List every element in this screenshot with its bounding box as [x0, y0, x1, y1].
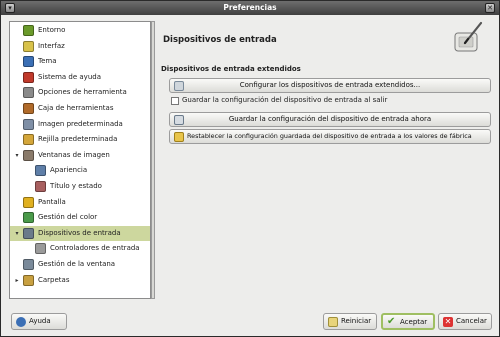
factory-reset-label: Restablecer la configuración guardada de… — [187, 132, 472, 140]
expander-open-icon[interactable]: ▾ — [13, 148, 21, 163]
sidebar-item[interactable]: Rejilla predeterminada — [10, 132, 150, 147]
sidebar-item[interactable]: Sistema de ayuda — [10, 70, 150, 85]
sidebar-item[interactable]: Título y estado — [10, 179, 150, 194]
cancel-button-label: Cancelar — [456, 317, 487, 325]
color-management-icon — [23, 212, 34, 224]
sidebar-item-label: Sistema de ayuda — [38, 72, 101, 81]
sidebar-item[interactable]: Entorno — [10, 23, 150, 38]
save-on-exit-checkbox[interactable] — [171, 97, 179, 105]
sidebar-item[interactable]: ▸ Carpetas — [10, 273, 150, 288]
input-devices-icon — [23, 227, 34, 239]
tablet-stylus-icon — [454, 21, 483, 52]
save-now-button[interactable]: Guardar la configuración del dispositivo… — [169, 112, 491, 127]
expander-closed-icon[interactable]: ▸ — [13, 273, 21, 288]
interface-icon — [23, 40, 34, 52]
help-button[interactable]: Ayuda — [11, 313, 67, 330]
cancel-button[interactable]: ✕ Cancelar — [438, 313, 492, 330]
image-windows-icon — [23, 149, 34, 161]
sidebar-item[interactable]: Gestión del color — [10, 210, 150, 225]
display-icon — [23, 196, 34, 208]
sidebar-item-label: Interfaz — [38, 41, 65, 50]
reset-button[interactable]: Reiniciar — [323, 313, 377, 330]
default-grid-icon — [23, 134, 34, 146]
expander-open-icon[interactable]: ▾ — [13, 226, 21, 241]
sidebar-item[interactable]: Controladores de entrada — [10, 241, 150, 256]
sidebar-item-label: Título y estado — [50, 182, 102, 190]
page-title: Dispositivos de entrada — [163, 35, 277, 45]
reset-icon — [174, 132, 184, 142]
accept-button[interactable]: ✔ Aceptar — [381, 313, 435, 330]
reset-button-label: Reiniciar — [341, 317, 372, 325]
appearance-icon — [35, 165, 46, 177]
toolbox-icon — [23, 103, 34, 114]
checkmark-icon: ✔ — [387, 316, 396, 327]
sidebar-item-label: Rejilla predeterminada — [38, 135, 118, 144]
window-menu-button[interactable]: ▾ — [5, 3, 15, 13]
section-title: Dispositivos de entrada extendidos — [161, 65, 301, 73]
help-system-icon — [23, 71, 34, 83]
device-config-icon — [174, 81, 184, 91]
sidebar-item[interactable]: ▾ Dispositivos de entrada — [10, 225, 150, 241]
preferences-category-tree[interactable]: Entorno Interfaz Tema Sistema de ayuda Opcio… — [9, 21, 151, 299]
help-button-label: Ayuda — [29, 317, 51, 325]
default-image-icon — [23, 118, 34, 130]
factory-reset-button[interactable]: Restablecer la configuración guardada de… — [169, 129, 491, 144]
sidebar-item[interactable]: ▾ Ventanas de imagen — [10, 148, 150, 163]
save-icon — [174, 115, 184, 125]
title-bar[interactable]: ▾ Preferencias ✕ — [1, 1, 499, 15]
sidebar-item-label: Controladores de entrada — [50, 244, 140, 253]
theme-icon — [23, 56, 34, 68]
sidebar-item[interactable]: Opciones de herramienta — [10, 85, 150, 100]
sidebar-item[interactable]: Caja de herramientas — [10, 101, 150, 116]
reset-icon — [328, 317, 338, 327]
sidebar-item-label: Gestión del color — [38, 213, 98, 222]
cancel-icon: ✕ — [443, 317, 453, 327]
window-management-icon — [23, 259, 34, 270]
title-status-icon — [35, 181, 46, 192]
sidebar-item-label: Imagen predeterminada — [38, 119, 123, 128]
sidebar-item-label: Tema — [38, 57, 57, 66]
save-on-exit-label[interactable]: Guardar la configuración del dispositivo… — [182, 96, 387, 104]
tool-options-icon — [23, 87, 34, 99]
sidebar-scrollbar[interactable] — [151, 21, 155, 299]
accept-button-label: Aceptar — [400, 318, 428, 326]
window-close-button[interactable]: ✕ — [485, 3, 495, 13]
sidebar-item[interactable]: Imagen predeterminada — [10, 117, 150, 132]
configure-devices-button[interactable]: Configurar los dispositivos de entrada e… — [169, 78, 491, 93]
input-controllers-icon — [35, 243, 46, 255]
sidebar-item[interactable]: Interfaz — [10, 39, 150, 54]
configure-devices-label: Configurar los dispositivos de entrada e… — [239, 81, 421, 89]
sidebar-item-label: Pantalla — [38, 197, 66, 206]
sidebar-item-label: Ventanas de imagen — [38, 150, 110, 159]
sidebar-item[interactable]: Apariencia — [10, 163, 150, 178]
sidebar-item[interactable]: Gestión de la ventana — [10, 257, 150, 272]
environment-icon — [23, 25, 34, 36]
folders-icon — [23, 274, 34, 286]
sidebar-item-label: Caja de herramientas — [38, 104, 114, 112]
sidebar-item-label: Apariencia — [50, 166, 88, 175]
window-title: Preferencias — [223, 3, 277, 12]
sidebar-item-label: Gestión de la ventana — [38, 260, 116, 268]
sidebar-item[interactable]: Tema — [10, 54, 150, 69]
preferences-window: ▾ Preferencias ✕ Entorno Interfaz Tema Sist… — [0, 0, 500, 337]
sidebar-item-label: Carpetas — [38, 275, 70, 284]
sidebar-item[interactable]: Pantalla — [10, 195, 150, 210]
help-icon — [16, 317, 26, 327]
sidebar-item-label: Dispositivos de entrada — [38, 228, 121, 237]
sidebar-item-label: Opciones de herramienta — [38, 88, 127, 97]
sidebar-item-label: Entorno — [38, 26, 66, 34]
save-now-label: Guardar la configuración del dispositivo… — [228, 115, 432, 123]
